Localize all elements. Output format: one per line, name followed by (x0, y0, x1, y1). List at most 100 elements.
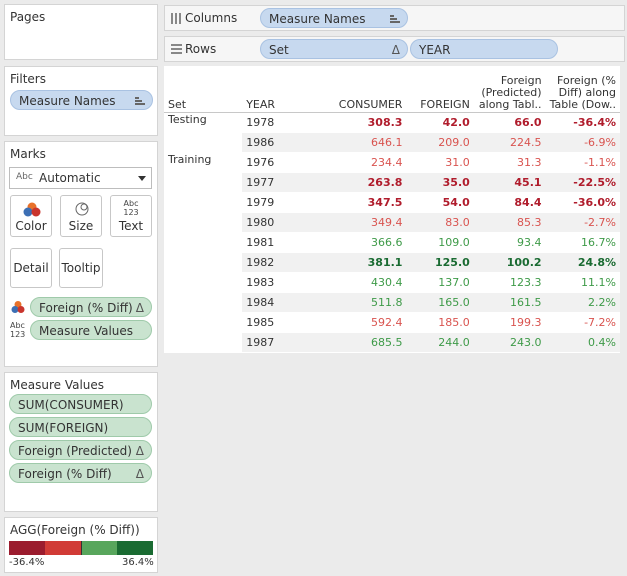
consumer-cell[interactable]: 685.5 (319, 332, 407, 353)
diff-cell[interactable]: -1.1% (545, 152, 620, 173)
foreign-cell[interactable]: 137.0 (406, 272, 474, 293)
header-consumer[interactable]: CONSUMER (319, 66, 407, 113)
row-year-cell[interactable]: 1987 (242, 332, 320, 353)
row-year-cell[interactable]: 1980 (242, 212, 320, 233)
header-foreign-diff[interactable]: Foreign (% Diff) along Table (Dow.. (545, 66, 620, 113)
predicted-cell[interactable]: 66.0 (473, 112, 546, 133)
diff-cell[interactable]: 11.1% (545, 272, 620, 293)
row-year-cell[interactable]: 1979 (242, 192, 320, 213)
foreign-cell[interactable]: 185.0 (406, 312, 474, 333)
row-year-cell[interactable]: 1977 (242, 172, 320, 193)
diff-cell[interactable]: -6.9% (545, 132, 620, 153)
foreign-cell[interactable]: 244.0 (406, 332, 474, 353)
marks-field-measure-values[interactable]: Measure Values (30, 320, 152, 340)
predicted-cell[interactable]: 93.4 (473, 232, 546, 253)
table-row[interactable]: 1979 347.5 54.0 84.4 -36.0% (164, 192, 620, 213)
rows-pill-year[interactable]: YEAR (410, 39, 558, 59)
predicted-cell[interactable]: 31.3 (473, 152, 546, 173)
table-row[interactable]: 1982 381.1 125.0 100.2 24.8% (164, 252, 620, 273)
predicted-cell[interactable]: 199.3 (473, 312, 546, 333)
foreign-cell[interactable]: 125.0 (406, 252, 474, 273)
foreign-cell[interactable]: 54.0 (406, 192, 474, 213)
consumer-cell[interactable]: 366.6 (319, 232, 407, 253)
predicted-cell[interactable]: 243.0 (473, 332, 546, 353)
columns-pill-measure-names[interactable]: Measure Names (260, 8, 408, 28)
header-set[interactable]: Set (164, 66, 243, 113)
predicted-cell[interactable]: 161.5 (473, 292, 546, 313)
diff-cell[interactable]: -36.0% (545, 192, 620, 213)
consumer-cell[interactable]: 511.8 (319, 292, 407, 313)
diff-cell[interactable]: 16.7% (545, 232, 620, 253)
predicted-cell[interactable]: 100.2 (473, 252, 546, 273)
predicted-cell[interactable]: 123.3 (473, 272, 546, 293)
row-year-cell[interactable]: 1984 (242, 292, 320, 313)
measure-value-pill[interactable]: Foreign (Predicted) Δ (9, 440, 152, 460)
row-year-cell[interactable]: 1983 (242, 272, 320, 293)
size-button[interactable]: Size (60, 195, 102, 237)
diff-cell[interactable]: -7.2% (545, 312, 620, 333)
measure-value-pill[interactable]: Foreign (% Diff) Δ (9, 463, 152, 483)
rows-pill-set[interactable]: Set Δ (260, 39, 408, 59)
predicted-cell[interactable]: 85.3 (473, 212, 546, 233)
row-year-cell[interactable]: 1978 (242, 112, 320, 133)
foreign-cell[interactable]: 42.0 (406, 112, 474, 133)
row-year-cell[interactable]: 1976 (242, 152, 320, 173)
row-year-cell[interactable]: 1986 (242, 132, 320, 153)
table-row[interactable]: 1986 646.1 209.0 224.5 -6.9% (164, 132, 620, 153)
table-row[interactable]: Testing 1978 308.3 42.0 66.0 -36.4% (164, 112, 620, 133)
mark-type-select[interactable]: Abc Automatic (9, 167, 152, 189)
table-row[interactable]: Training 1976 234.4 31.0 31.3 -1.1% (164, 152, 620, 173)
filter-pill-label: Measure Names (19, 94, 116, 108)
row-year-cell[interactable]: 1985 (242, 312, 320, 333)
diff-cell[interactable]: 24.8% (545, 252, 620, 273)
table-row[interactable]: 1980 349.4 83.0 85.3 -2.7% (164, 212, 620, 233)
size-icon (75, 202, 89, 216)
measure-value-pill[interactable]: SUM(FOREIGN) (9, 417, 152, 437)
color-legend-ramp[interactable] (9, 541, 153, 555)
diff-cell[interactable]: 2.2% (545, 292, 620, 313)
color-button[interactable]: Color (10, 195, 52, 237)
consumer-cell[interactable]: 646.1 (319, 132, 407, 153)
foreign-cell[interactable]: 165.0 (406, 292, 474, 313)
foreign-cell[interactable]: 109.0 (406, 232, 474, 253)
filter-pill-measure-names[interactable]: Measure Names (10, 90, 153, 110)
table-row[interactable]: 1983 430.4 137.0 123.3 11.1% (164, 272, 620, 293)
table-row[interactable]: 1977 263.8 35.0 45.1 -22.5% (164, 172, 620, 193)
consumer-cell[interactable]: 592.4 (319, 312, 407, 333)
header-year[interactable]: YEAR (242, 66, 320, 113)
table-row[interactable]: 1985 592.4 185.0 199.3 -7.2% (164, 312, 620, 333)
foreign-cell[interactable]: 31.0 (406, 152, 474, 173)
row-year-cell[interactable]: 1981 (242, 232, 320, 253)
foreign-cell[interactable]: 35.0 (406, 172, 474, 193)
diff-cell[interactable]: 0.4% (545, 332, 620, 353)
header-foreign[interactable]: FOREIGN (406, 66, 474, 113)
diff-cell[interactable]: -2.7% (545, 212, 620, 233)
predicted-cell[interactable]: 84.4 (473, 192, 546, 213)
consumer-cell[interactable]: 381.1 (319, 252, 407, 273)
legend-max-label: 36.4% (122, 557, 154, 568)
row-year-cell[interactable]: 1982 (242, 252, 320, 273)
diff-cell[interactable]: -22.5% (545, 172, 620, 193)
consumer-cell[interactable]: 263.8 (319, 172, 407, 193)
foreign-cell[interactable]: 209.0 (406, 132, 474, 153)
predicted-cell[interactable]: 224.5 (473, 132, 546, 153)
diff-cell[interactable]: -36.4% (545, 112, 620, 133)
detail-button[interactable]: Detail (10, 248, 52, 288)
table-row[interactable]: 1984 511.8 165.0 161.5 2.2% (164, 292, 620, 313)
consumer-cell[interactable]: 308.3 (319, 112, 407, 133)
table-row[interactable]: 1981 366.6 109.0 93.4 16.7% (164, 232, 620, 253)
marks-field-foreign-diff[interactable]: Foreign (% Diff) Δ (30, 297, 152, 317)
columns-icon (171, 13, 181, 24)
text-button[interactable]: Abc 123 Text (110, 195, 152, 237)
consumer-cell[interactable]: 347.5 (319, 192, 407, 213)
tooltip-button[interactable]: Tooltip (59, 248, 103, 288)
header-foreign-predicted[interactable]: Foreign (Predicted) along Tabl.. (473, 66, 546, 113)
table-row[interactable]: 1987 685.5 244.0 243.0 0.4% (164, 332, 620, 353)
predicted-cell[interactable]: 45.1 (473, 172, 546, 193)
measure-value-pill[interactable]: SUM(CONSUMER) (9, 394, 152, 414)
consumer-cell[interactable]: 234.4 (319, 152, 407, 173)
consumer-cell[interactable]: 349.4 (319, 212, 407, 233)
consumer-cell[interactable]: 430.4 (319, 272, 407, 293)
foreign-cell[interactable]: 83.0 (406, 212, 474, 233)
row-set-cell (164, 312, 243, 333)
